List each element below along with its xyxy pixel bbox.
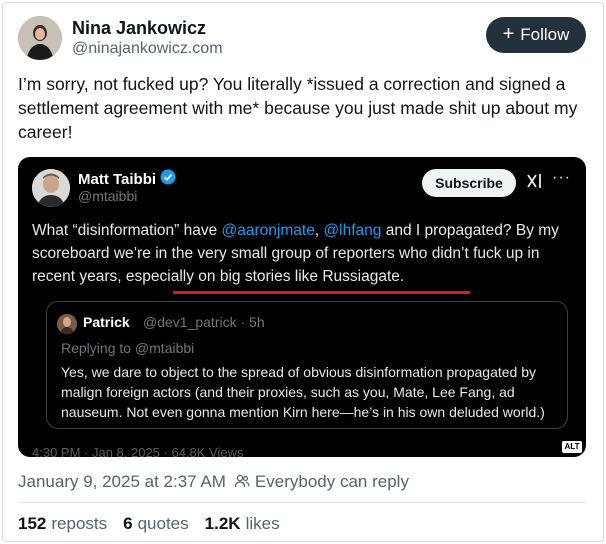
mention-link: @aaronjmate [221, 222, 315, 239]
quote-author-meta: @dev1_patrick · 5h [143, 314, 265, 330]
embed-name-text: Matt Taibbi [78, 170, 157, 188]
quote-avatar [57, 314, 77, 334]
author-name[interactable]: Nina Jankowicz [72, 18, 206, 39]
plus-icon: + [502, 23, 515, 45]
quoted-tweet: Patrick @dev1_patrick · 5h Replying to @… [46, 301, 568, 429]
divider [18, 502, 586, 503]
quotes-label: quotes [137, 514, 189, 533]
embed-avatar [32, 169, 70, 207]
mention-link: @lhfang [323, 222, 382, 239]
author-handle[interactable]: @ninajankowicz.com [72, 40, 223, 58]
follow-label: Follow [520, 25, 570, 44]
grok-icon [526, 173, 544, 194]
highlighted-text: especially on big stories like Russiagat… [125, 268, 405, 285]
more-options-icon: ··· [552, 169, 571, 186]
alt-badge[interactable]: ALT [562, 441, 582, 453]
follow-button[interactable]: + Follow [486, 17, 586, 53]
verified-badge-icon [160, 169, 176, 189]
quote-text: Yes, we dare to object to the spread of … [61, 364, 545, 420]
post-meta-row: January 9, 2025 at 2:37 AM Everybody can… [18, 472, 409, 492]
embed-footer: 4:30 PM · Jan 8, 2025 · 64.8K Views [32, 445, 244, 457]
embed-author-handle: @mtaibbi [78, 188, 138, 204]
likes-stat[interactable]: 1.2K likes [205, 514, 280, 534]
reposts-count: 152 [18, 514, 47, 533]
reposts-stat[interactable]: 152 reposts [18, 514, 107, 534]
embedded-screenshot[interactable]: Matt Taibbi @mtaibbi Subscribe ··· What … [18, 157, 586, 457]
post-timestamp[interactable]: January 9, 2025 at 2:37 AM [18, 472, 226, 492]
author-avatar[interactable] [18, 16, 62, 60]
reposts-label: reposts [51, 514, 108, 533]
subscribe-button: Subscribe [422, 169, 516, 197]
embed-author-name: Matt Taibbi [78, 169, 176, 189]
quote-replying-to: Replying to @mtaibbi [61, 340, 195, 356]
post-text: I’m sorry, not fucked up? You literally … [18, 74, 578, 142]
quote-author-name: Patrick [83, 314, 130, 330]
likes-label: likes [245, 514, 280, 533]
quotes-stat[interactable]: 6 quotes [123, 514, 189, 534]
reply-setting: Everybody can reply [234, 472, 409, 492]
likes-count: 1.2K [204, 514, 241, 533]
embed-text-part: What “disinformation” have [32, 222, 222, 239]
embed-tweet-text: What “disinformation” have @aaronjmate, … [32, 219, 572, 288]
people-icon [234, 474, 250, 491]
engagement-stats: 152 reposts 6 quotes 1.2K likes [18, 514, 280, 534]
quotes-count: 6 [123, 514, 133, 533]
red-underline-annotation [173, 291, 470, 294]
reply-setting-text: Everybody can reply [254, 472, 409, 491]
